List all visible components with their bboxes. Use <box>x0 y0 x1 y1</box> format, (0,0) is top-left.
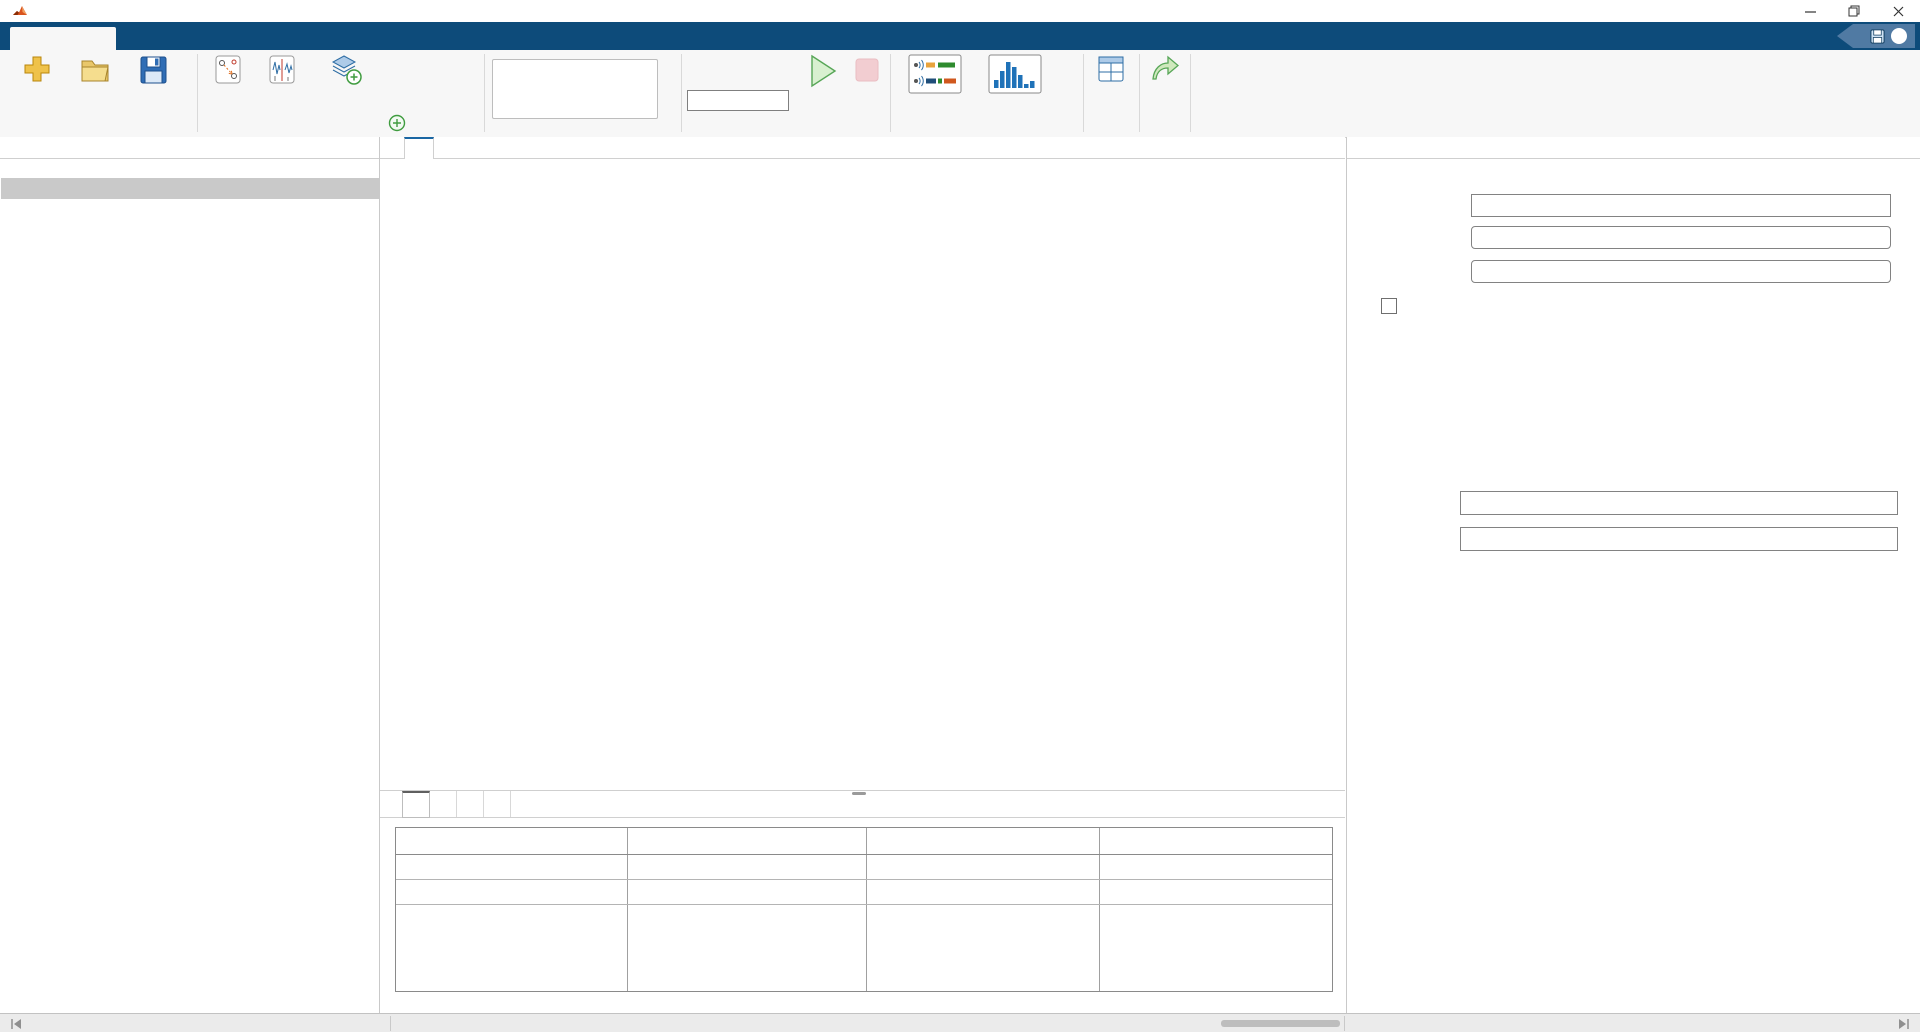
wireless-network-modeler-window <box>0 0 1920 1032</box>
applications-content <box>380 818 1345 1012</box>
show-sta-boundaries-checkbox[interactable] <box>1381 298 1397 314</box>
toolbar <box>0 50 1920 138</box>
default-layout-button[interactable] <box>1085 54 1137 132</box>
network-name-input[interactable] <box>1471 194 1891 217</box>
open-session-icon <box>79 54 111 86</box>
tab-wireless-network[interactable] <box>404 137 434 159</box>
status-bar <box>0 1013 1920 1032</box>
channel-button[interactable] <box>256 54 308 132</box>
column-header-destination-node[interactable] <box>627 828 866 854</box>
column-header-access-category[interactable] <box>1099 828 1332 854</box>
default-layout-icon <box>1097 54 1125 84</box>
app-logo-icon <box>12 3 28 19</box>
tree-item-sta2[interactable] <box>0 310 378 331</box>
add-node-button[interactable] <box>388 112 413 134</box>
simulation-time-input[interactable] <box>687 90 789 111</box>
network-browser-panel <box>0 137 380 1013</box>
property-editor-header <box>1347 137 1920 159</box>
application-traffic-button[interactable] <box>308 54 384 132</box>
canvas-tab-strip <box>380 137 1345 159</box>
mobility-icon <box>213 54 243 86</box>
collapse-left-icon[interactable] <box>10 1018 22 1030</box>
tab-uplink-applications[interactable] <box>402 791 430 818</box>
property-editor-panel <box>1346 137 1920 1013</box>
minimize-button[interactable] <box>1788 0 1832 22</box>
tree-item-ap2[interactable] <box>0 288 378 309</box>
column-header-template-name[interactable] <box>866 828 1099 854</box>
stop-button <box>847 54 887 132</box>
traffic-viewer-icon <box>908 54 962 94</box>
node-performance-button[interactable] <box>986 54 1044 132</box>
tree-item-sta1[interactable] <box>0 244 378 265</box>
restore-button[interactable] <box>1832 0 1876 22</box>
table-row[interactable] <box>396 855 1332 880</box>
close-button[interactable] <box>1876 0 1920 22</box>
tab-mobility[interactable] <box>457 791 484 817</box>
ribbon-tab-strip <box>0 22 1920 50</box>
new-session-icon <box>22 54 52 86</box>
horizontal-scrollbar-thumb[interactable] <box>1221 1020 1340 1027</box>
tree-item-bss1[interactable] <box>0 200 378 221</box>
export-icon <box>1150 54 1180 84</box>
title-bar <box>0 0 1920 22</box>
uplink-applications-table <box>395 827 1333 992</box>
network-browser-header <box>0 137 379 159</box>
save-session-icon <box>138 54 168 86</box>
stop-icon <box>854 54 880 88</box>
tree-item-ap1[interactable] <box>0 222 378 243</box>
close-icon <box>1893 6 1904 17</box>
panel-collapse-handle[interactable] <box>852 792 866 795</box>
tab-downlink-applications[interactable] <box>430 791 457 817</box>
simulate-button[interactable] <box>795 54 851 132</box>
minimize-icon <box>1805 6 1816 17</box>
add-node-icon <box>388 114 406 132</box>
scenario-canvas-panel <box>380 137 1345 1013</box>
traffic-viewer-button[interactable] <box>906 54 964 132</box>
new-session-button[interactable] <box>8 54 66 132</box>
channel-icon <box>267 54 297 86</box>
column-header-source-node[interactable] <box>396 828 627 854</box>
length-input[interactable] <box>1460 491 1898 515</box>
tree-item-bss2[interactable] <box>0 266 378 287</box>
breadth-input[interactable] <box>1460 527 1898 551</box>
mac-model-select[interactable] <box>1471 226 1891 249</box>
live-plots-gallery[interactable] <box>492 59 658 119</box>
phy-model-select[interactable] <box>1471 260 1891 283</box>
export-button[interactable] <box>1141 54 1189 132</box>
help-icon[interactable] <box>1891 28 1907 44</box>
tree-item-wlan-network[interactable] <box>1 178 379 199</box>
collapse-right-icon[interactable] <box>1898 1018 1910 1030</box>
save-session-button[interactable] <box>124 54 182 132</box>
table-header-row <box>396 828 1332 855</box>
restore-icon <box>1848 5 1860 17</box>
mobility-button[interactable] <box>200 54 256 132</box>
tab-channel[interactable] <box>484 791 511 817</box>
node-performance-icon <box>988 54 1042 94</box>
applications-tab-strip <box>380 790 1345 818</box>
network-plot <box>380 159 1345 790</box>
application-traffic-icon <box>329 54 363 86</box>
quick-save-icon[interactable] <box>1870 29 1885 44</box>
table-row[interactable] <box>396 880 1332 905</box>
quick-access-toolbar <box>1837 24 1915 48</box>
tab-simulator[interactable] <box>10 27 116 50</box>
simulate-icon <box>808 54 838 88</box>
scenario-canvas[interactable] <box>380 159 1345 790</box>
open-session-button[interactable] <box>66 54 124 132</box>
